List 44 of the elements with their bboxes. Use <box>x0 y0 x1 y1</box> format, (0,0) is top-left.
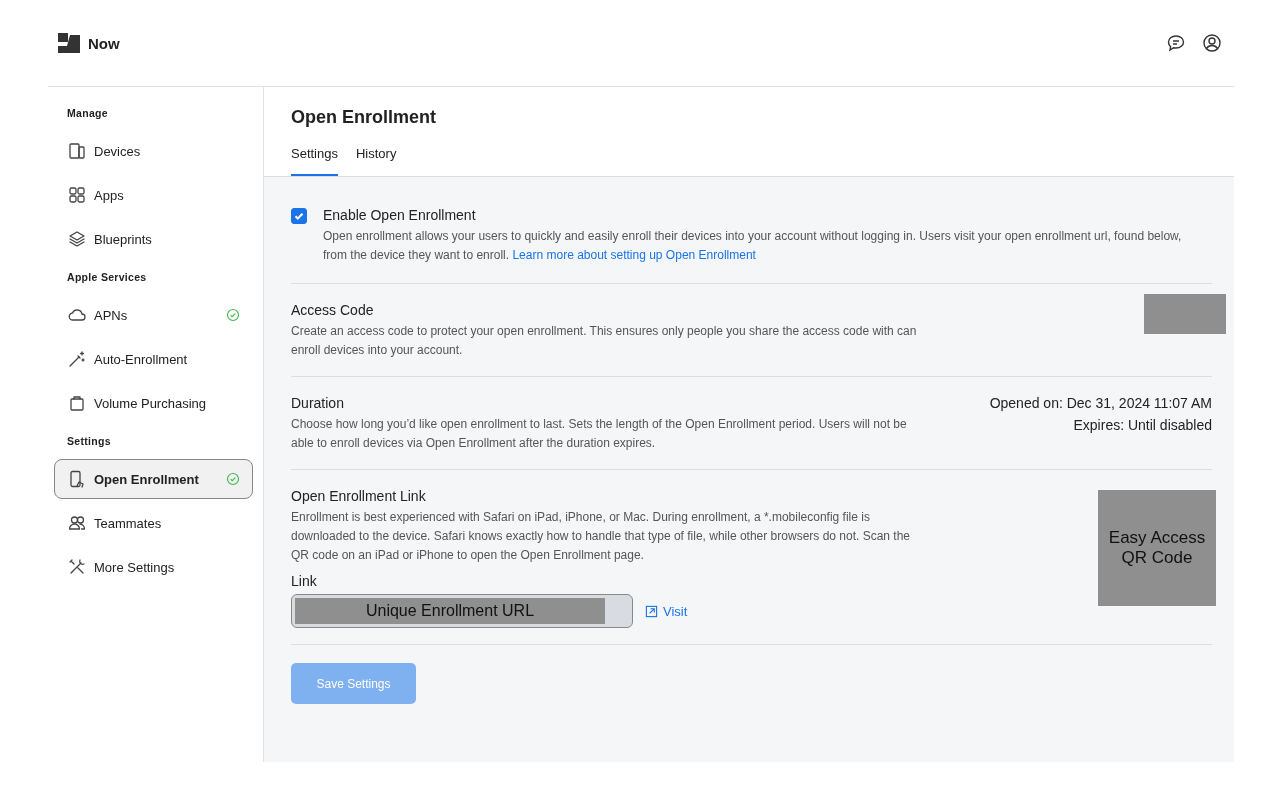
tools-icon <box>68 558 86 576</box>
visit-link[interactable]: Visit <box>645 603 688 619</box>
devices-icon <box>68 142 86 160</box>
chat-bubble-icon[interactable] <box>1166 33 1186 53</box>
nav-item[interactable]: Apps <box>54 175 253 215</box>
external-link-icon <box>645 604 658 618</box>
page-title: Open Enrollment <box>291 107 437 128</box>
bag-icon <box>68 394 86 412</box>
cloud-icon <box>68 306 86 324</box>
description-text: Choose how long you’d like open enrollment to last. Sets the length of the Open Enrollment period. Users will not be able to enroll devices via Open Enrollment after the duration expires. <box>291 416 908 452</box>
description-text: Create an access code to protect your open enrollment. This ensures only people you share the access code with can enroll devices into your account. <box>291 323 918 359</box>
grid-icon <box>68 186 86 204</box>
url-field[interactable]: Unique Enrollment URL <box>291 594 633 628</box>
section-title: Duration <box>291 395 345 411</box>
nav-item[interactable]: Teammates <box>54 503 253 543</box>
magic-wand-icon <box>68 350 86 368</box>
qr-caption: Easy Access QR Code <box>1107 528 1207 568</box>
checkbox[interactable] <box>291 208 307 224</box>
nav-item[interactable]: Blueprints <box>54 219 253 259</box>
nav-item[interactable]: More Settings <box>54 547 253 587</box>
nav-item[interactable]: APNs <box>54 295 253 335</box>
field-label: Link <box>291 573 318 589</box>
phone-hand-icon <box>68 470 86 488</box>
section-heading: Apple Services <box>67 271 148 283</box>
layers-icon <box>68 230 86 248</box>
learn-more-link[interactable]: Learn more about setting up Open Enrollment <box>512 248 756 262</box>
opened-on-text: Opened on: Dec 31, 2024 11:07 AM <box>989 395 1212 411</box>
nav-item[interactable]: Volume Purchasing <box>54 383 253 423</box>
checkbox-label: Enable Open Enrollment <box>323 207 477 223</box>
description-text: Open enrollment allows your users to quickly and easily enroll their devices into your account without logging in. Users visit your open enrollment url, found below, from the device they want to enroll. Learn more about setting up Open Enrollment <box>323 228 1183 264</box>
user-avatar-icon[interactable] <box>1202 33 1222 53</box>
nav-item[interactable]: Open Enrollment <box>54 459 253 499</box>
section-heading: Settings <box>67 435 112 447</box>
people-icon <box>68 514 86 532</box>
nav-item[interactable]: Auto-Enrollment <box>54 339 253 379</box>
brand-name: Now <box>88 34 120 52</box>
section-heading: Manage <box>67 107 109 119</box>
tab[interactable]: History <box>356 146 397 176</box>
section-title: Open Enrollment Link <box>291 488 427 504</box>
section-title: Access Code <box>291 302 375 318</box>
nav-item[interactable]: Devices <box>54 131 253 171</box>
expires-text: Expires: Until disabled <box>1072 417 1212 433</box>
logo-icon <box>58 33 80 53</box>
description-text: Enrollment is best experienced with Safari on iPad, iPhone, or Mac. During enrollment, a *.mobileconfig file is downloaded to the device. Safari knows exactly how to handle that type of file, while other browsers do not. Scan the QR code on an iPad or iPhone to open the Open Enrollment page. <box>291 509 912 564</box>
